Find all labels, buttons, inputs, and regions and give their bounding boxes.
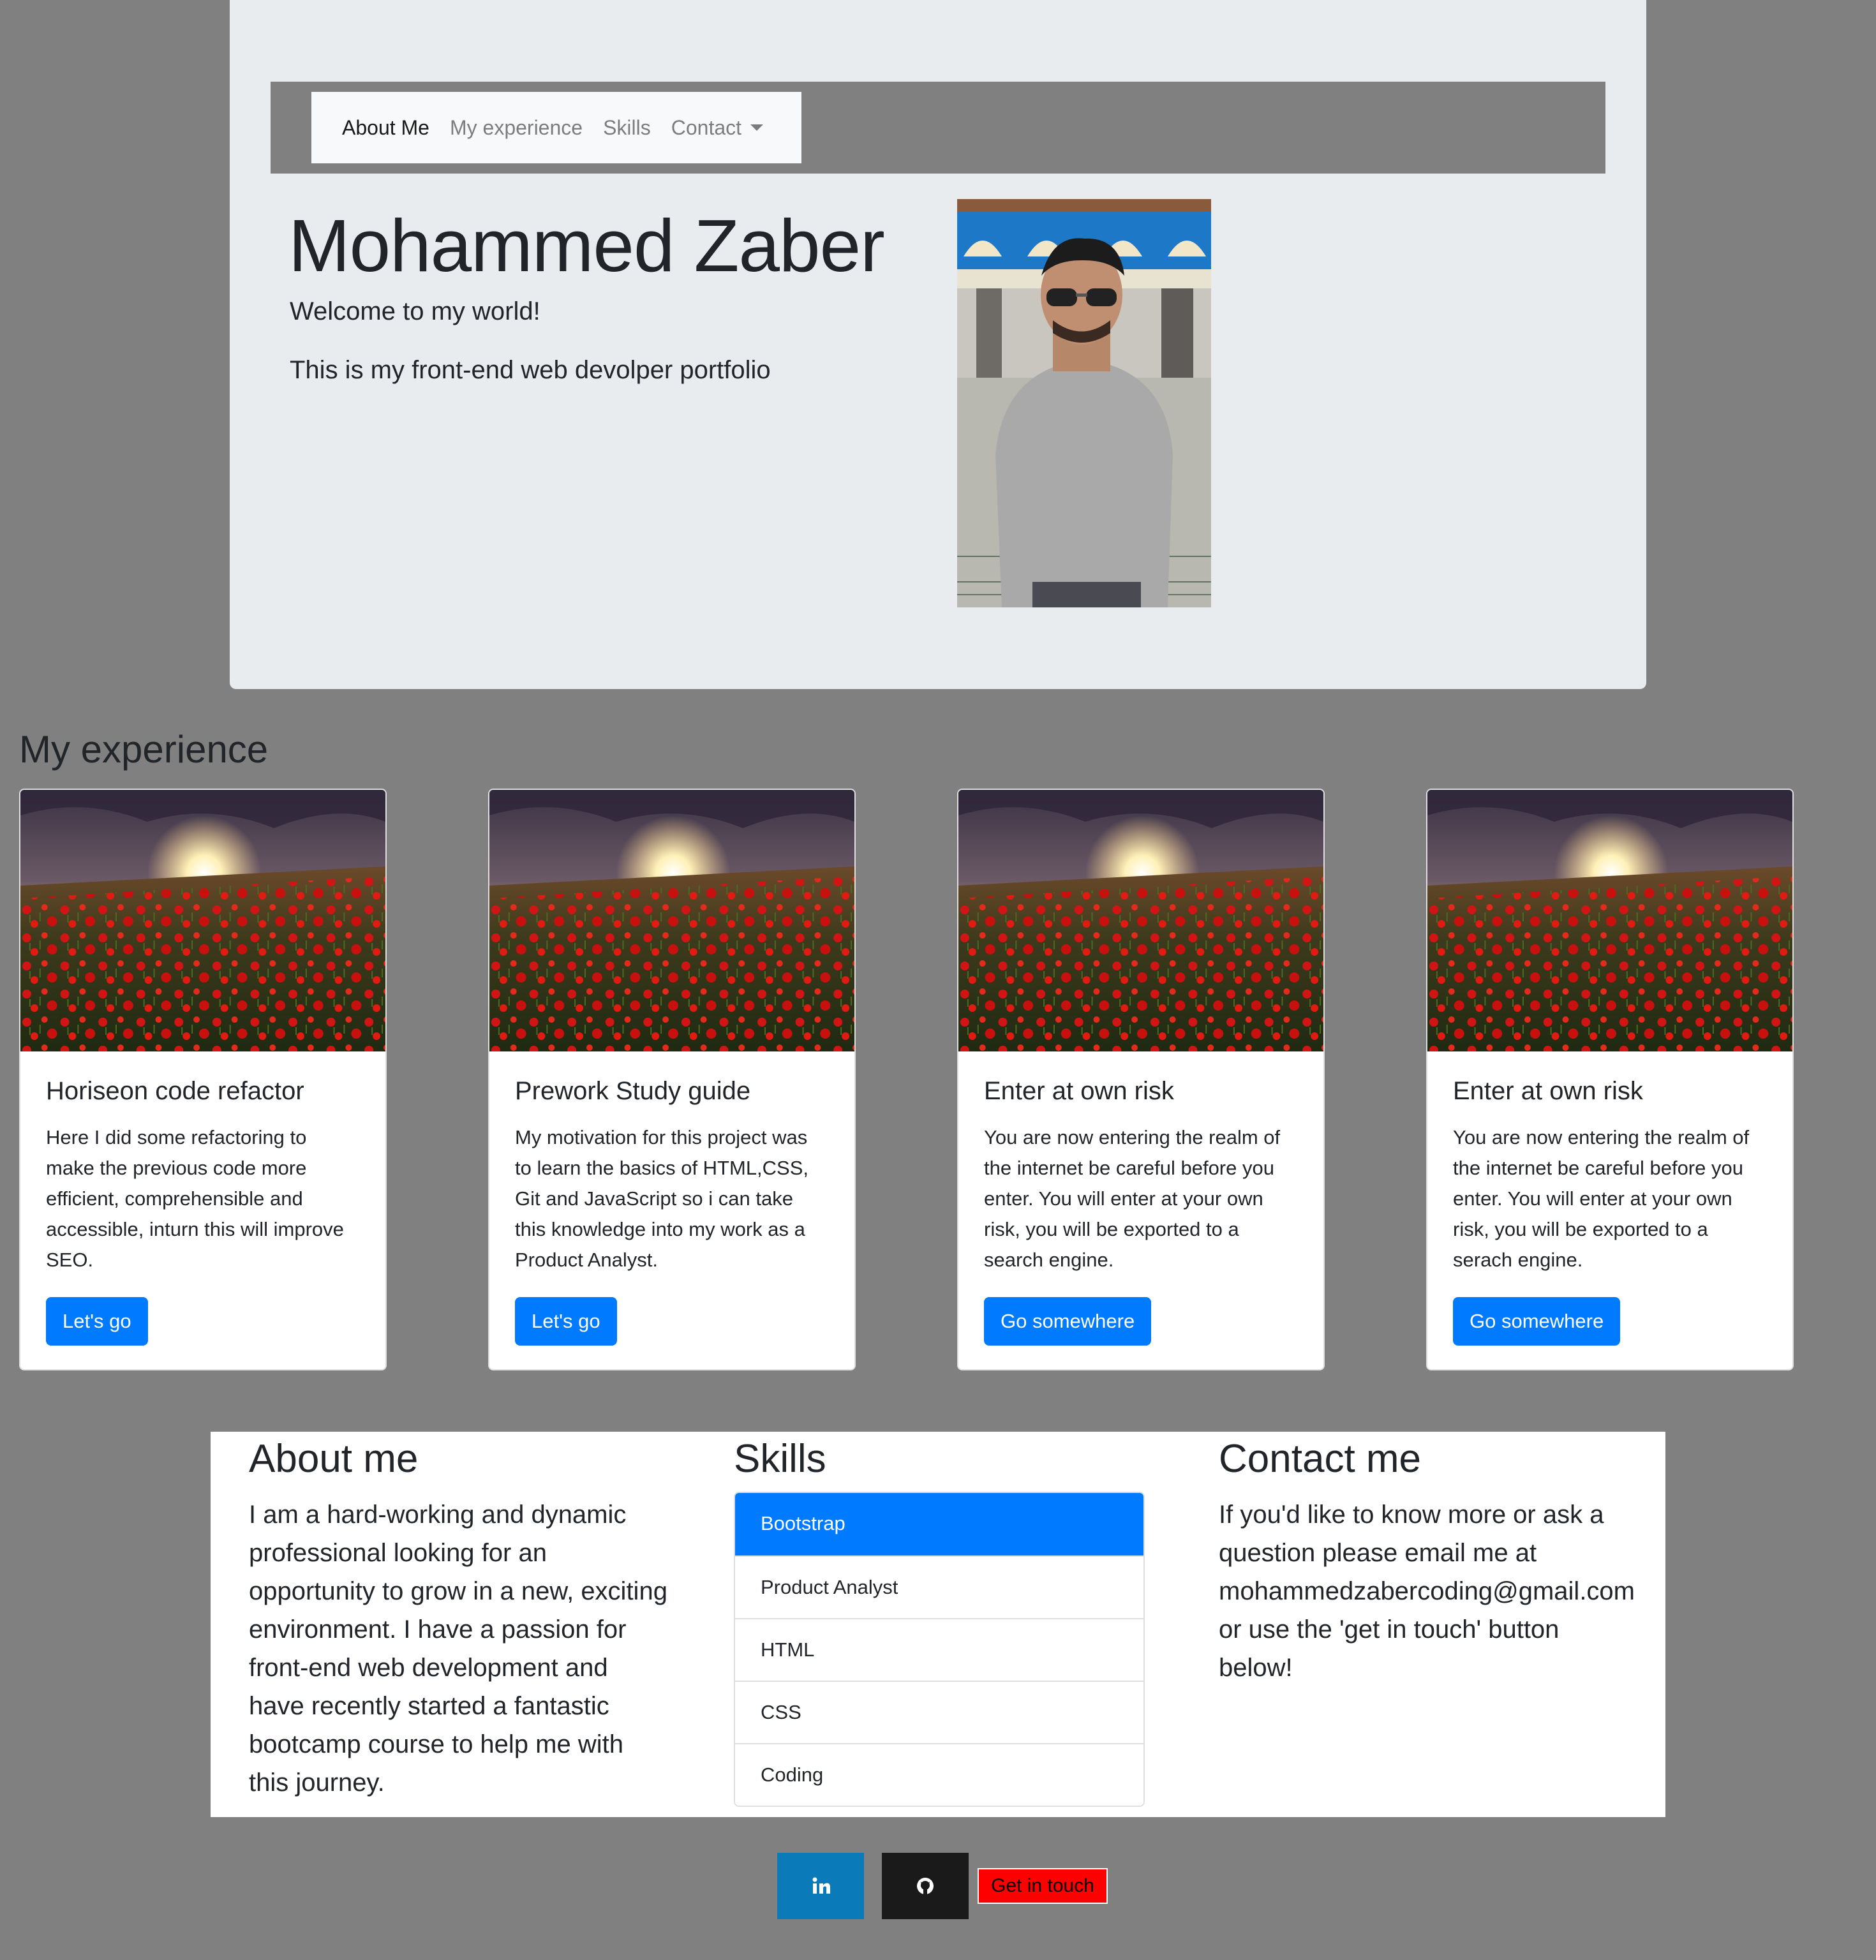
skills-heading: Skills	[734, 1437, 826, 1481]
lets-go-button[interactable]: Let's go	[515, 1297, 617, 1346]
card-title: Horiseon code refactor	[46, 1077, 304, 1105]
hero-welcome-text: Welcome to my world!	[290, 297, 540, 325]
about-section: About me I am a hard-working and dynamic…	[249, 1432, 670, 1802]
nav-item-about-me[interactable]: About Me	[342, 116, 429, 140]
nav-item-skills[interactable]: Skills	[603, 116, 651, 140]
skill-item-css[interactable]: CSS	[735, 1681, 1143, 1743]
experience-card: Prework Study guide My motivation for th…	[488, 789, 856, 1370]
card-text: You are now entering the realm of the in…	[984, 1126, 1281, 1271]
experience-card: Horiseon code refactor Here I did some r…	[19, 789, 387, 1370]
card-image-poppy-field	[1427, 790, 1792, 1051]
skill-item-bootstrap[interactable]: Bootstrap	[735, 1493, 1143, 1555]
card-title: Enter at own risk	[1453, 1077, 1643, 1105]
navbar: About Me My experience Skills Contact	[311, 92, 801, 163]
github-button[interactable]	[882, 1853, 969, 1919]
contact-text: If you'd like to know more or ask a ques…	[1219, 1501, 1635, 1682]
caret-down-icon	[750, 124, 764, 131]
info-panel: About me I am a hard-working and dynamic…	[211, 1432, 1665, 1817]
nav-item-contact-label: Contact	[671, 115, 742, 139]
experience-heading: My experience	[19, 728, 269, 771]
contact-section: Contact me If you'd like to know more or…	[1219, 1432, 1640, 1687]
experience-card: Enter at own risk You are now entering t…	[1426, 789, 1794, 1370]
card-image-poppy-field	[958, 790, 1323, 1051]
card-image-poppy-field	[489, 790, 854, 1051]
profile-photo	[957, 199, 1211, 607]
card-text: Here I did some refactoring to make the …	[46, 1126, 344, 1271]
card-text: You are now entering the realm of the in…	[1453, 1126, 1750, 1271]
skills-list: Bootstrap Product Analyst HTML CSS Codin…	[734, 1492, 1145, 1807]
skills-section: Skills Bootstrap Product Analyst HTML CS…	[734, 1432, 1155, 1807]
about-heading: About me	[249, 1437, 419, 1481]
navbar-band: About Me My experience Skills Contact	[271, 82, 1605, 174]
nav-item-contact-dropdown[interactable]: Contact	[671, 115, 764, 140]
page-title: Mohammed Zaber	[288, 204, 885, 287]
skill-item-coding[interactable]: Coding	[735, 1743, 1143, 1806]
card-title: Prework Study guide	[515, 1077, 751, 1105]
go-somewhere-button[interactable]: Go somewhere	[1453, 1297, 1621, 1346]
nav-item-my-experience[interactable]: My experience	[450, 116, 583, 140]
about-text: I am a hard-working and dynamic professi…	[249, 1501, 667, 1797]
linkedin-icon	[812, 1877, 830, 1894]
skill-item-product-analyst[interactable]: Product Analyst	[735, 1555, 1143, 1618]
github-icon	[917, 1878, 934, 1895]
card-title: Enter at own risk	[984, 1077, 1174, 1105]
contact-heading: Contact me	[1219, 1437, 1422, 1481]
get-in-touch-button[interactable]: Get in touch	[978, 1868, 1108, 1904]
lets-go-button[interactable]: Let's go	[46, 1297, 148, 1346]
hero-jumbotron: About Me My experience Skills Contact Mo…	[230, 0, 1646, 689]
linkedin-button[interactable]	[777, 1853, 864, 1919]
hero-portfolio-text: This is my front-end web devolper portfo…	[290, 356, 771, 384]
card-text: My motivation for this project was to le…	[515, 1126, 809, 1271]
card-image-poppy-field	[20, 790, 385, 1051]
skill-item-html[interactable]: HTML	[735, 1618, 1143, 1681]
experience-card: Enter at own risk You are now entering t…	[957, 789, 1325, 1370]
go-somewhere-button[interactable]: Go somewhere	[984, 1297, 1152, 1346]
